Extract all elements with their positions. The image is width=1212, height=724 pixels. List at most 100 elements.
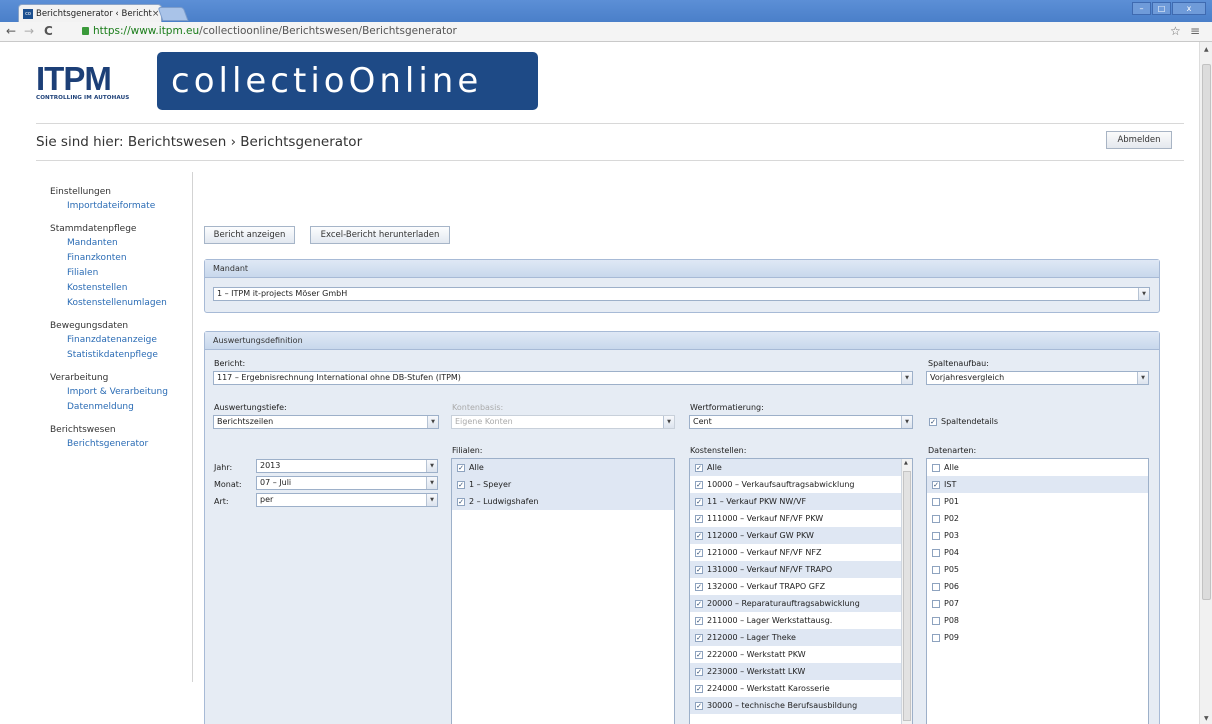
checkbox-icon[interactable]: ✓ [695,582,703,591]
checkbox-icon[interactable]: ✓ [695,531,703,540]
reload-icon[interactable]: C [44,24,53,38]
scroll-up-icon[interactable]: ▲ [904,460,908,466]
close-window-icon[interactable]: x [1172,2,1206,15]
scrollbar-thumb[interactable] [903,471,911,721]
sidebar-link[interactable]: Kostenstellen [50,281,185,296]
address-bar[interactable]: https://www.itpm.eu/collectioonline/Beri… [82,25,457,37]
checkbox-icon[interactable]: ✓ [695,548,703,557]
mandant-select[interactable]: 1 – ITPM it-projects Möser GmbH ▼ [213,287,1150,301]
list-item[interactable]: ✓ 211000 – Lager Werkstattausg. [690,612,912,629]
chevron-down-icon[interactable]: ▼ [426,477,437,489]
kostenstellen-scrollbar[interactable]: ▲ [901,459,912,724]
art-select[interactable]: per ▼ [256,493,438,507]
checkbox-icon[interactable] [932,514,940,523]
forward-icon[interactable]: → [24,24,34,38]
checkbox-icon[interactable]: ✓ [695,684,703,693]
checkbox-icon[interactable]: ✓ [695,514,703,523]
scroll-down-icon[interactable]: ▼ [1204,715,1209,722]
menu-icon[interactable]: ≡ [1190,24,1200,38]
list-item[interactable]: ✓ 111000 – Verkauf NF/VF PKW [690,510,912,527]
checkbox-icon[interactable]: ✓ [457,497,465,506]
checkbox-icon[interactable] [932,497,940,506]
sidebar-link[interactable]: Import & Verarbeitung [50,385,185,400]
page-scrollbar[interactable]: ▲ ▼ [1199,42,1212,724]
list-item[interactable]: ✓ 10000 – Verkaufsauftragsabwicklung [690,476,912,493]
chevron-down-icon[interactable]: ▼ [427,416,438,428]
sidebar-link[interactable]: Kostenstellenumlagen [50,296,185,311]
new-tab-button[interactable] [157,7,189,21]
list-item[interactable]: ✓ 131000 – Verkauf NF/VF TRAPO [690,561,912,578]
bookmark-star-icon[interactable]: ☆ [1170,24,1181,38]
scroll-up-icon[interactable]: ▲ [1204,46,1209,53]
monat-select[interactable]: 07 – Juli ▼ [256,476,438,490]
sidebar-link[interactable]: Importdateiformate [50,199,185,214]
sidebar-link[interactable]: Finanzdatenanzeige [50,333,185,348]
sidebar-link[interactable]: Filialen [50,266,185,281]
checkbox-icon[interactable]: ✓ [695,599,703,608]
list-item[interactable]: ✓ Alle [452,459,674,476]
checkbox-icon[interactable] [932,531,940,540]
list-item[interactable]: ✓ 223000 – Werkstatt LKW [690,663,912,680]
checkbox-icon[interactable]: ✓ [695,667,703,676]
bericht-select[interactable]: 117 – Ergebnisrechnung International ohn… [213,371,913,385]
show-report-button[interactable]: Bericht anzeigen [204,226,295,244]
list-item[interactable]: P05 [927,561,1148,578]
sidebar-link[interactable]: Finanzkonten [50,251,185,266]
list-item[interactable]: ✓ 224000 – Werkstatt Karosserie [690,680,912,697]
minimize-icon[interactable]: – [1132,2,1151,15]
list-item[interactable]: Alle [927,459,1148,476]
checkbox-icon[interactable]: ✓ [695,497,703,506]
checkbox-icon[interactable] [932,565,940,574]
sidebar-link[interactable]: Statistikdatenpflege [50,348,185,363]
checkbox-icon[interactable]: ✓ [457,463,465,472]
logout-button[interactable]: Abmelden [1106,131,1172,149]
list-item[interactable]: P07 [927,595,1148,612]
jahr-select[interactable]: 2013 ▼ [256,459,438,473]
checkbox-icon[interactable]: ✓ [695,650,703,659]
chevron-down-icon[interactable]: ▼ [1137,372,1148,384]
browser-tab[interactable]: co Berichtsgenerator ‹ Bericht × [18,4,162,22]
checkbox-icon[interactable] [932,599,940,608]
list-item[interactable]: P03 [927,527,1148,544]
list-item[interactable]: ✓ 11 – Verkauf PKW NW/VF [690,493,912,510]
chevron-down-icon[interactable]: ▼ [901,372,912,384]
checkbox-icon[interactable]: ✓ [457,480,465,489]
tiefe-select[interactable]: Berichtszeilen ▼ [213,415,439,429]
spaltendetails-checkbox[interactable]: ✓ Spaltendetails [929,417,998,426]
checkbox-icon[interactable]: ✓ [695,633,703,642]
checkbox-icon[interactable] [932,633,940,642]
list-item[interactable]: ✓ 222000 – Werkstatt PKW [690,646,912,663]
checkbox-icon[interactable]: ✓ [695,463,703,472]
list-item[interactable]: ✓ 2 – Ludwigshafen [452,493,674,510]
wertformat-select[interactable]: Cent ▼ [689,415,913,429]
list-item[interactable]: ✓ 212000 – Lager Theke [690,629,912,646]
chevron-down-icon[interactable]: ▼ [426,494,437,506]
spaltenaufbau-select[interactable]: Vorjahresvergleich ▼ [926,371,1149,385]
list-item[interactable]: P02 [927,510,1148,527]
checkbox-icon[interactable]: ✓ [695,701,703,710]
list-item[interactable]: P08 [927,612,1148,629]
back-icon[interactable]: ← [6,24,16,38]
scrollbar-thumb[interactable] [1202,64,1211,600]
list-item[interactable]: P06 [927,578,1148,595]
checkbox-icon[interactable]: ✓ [695,480,703,489]
list-item[interactable]: P04 [927,544,1148,561]
checkbox-icon[interactable] [932,463,940,472]
checkbox-icon[interactable] [932,582,940,591]
list-item[interactable]: ✓ Alle [690,459,912,476]
sidebar-link[interactable]: Berichtsgenerator [50,437,185,452]
list-item[interactable]: ✓ 121000 – Verkauf NF/VF NFZ [690,544,912,561]
list-item[interactable]: ✓ 20000 – Reparaturauftragsabwicklung [690,595,912,612]
chevron-down-icon[interactable]: ▼ [1138,288,1149,300]
sidebar-link[interactable]: Datenmeldung [50,400,185,415]
chevron-down-icon[interactable]: ▼ [426,460,437,472]
list-item[interactable]: ✓ 1 – Speyer [452,476,674,493]
check-icon[interactable]: ✓ [929,417,937,426]
checkbox-icon[interactable]: ✓ [695,616,703,625]
list-item[interactable]: ✓ 112000 – Verkauf GW PKW [690,527,912,544]
list-item[interactable]: P01 [927,493,1148,510]
list-item[interactable]: P09 [927,629,1148,646]
list-item[interactable]: ✓ 30000 – technische Berufsausbildung [690,697,912,714]
list-item[interactable]: ✓ IST [927,476,1148,493]
list-item[interactable]: ✓ 132000 – Verkauf TRAPO GFZ [690,578,912,595]
